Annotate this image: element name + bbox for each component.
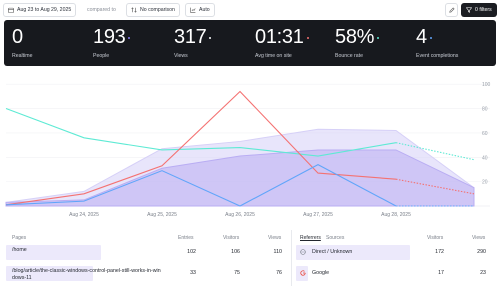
series-dot — [128, 36, 131, 39]
panel-divider — [291, 230, 292, 286]
calendar-icon — [8, 7, 14, 13]
referrers-header: Referrers Sources Visitors Views — [294, 230, 496, 244]
filter-icon — [466, 7, 472, 13]
page-path: /blog/article/the-classic-windows-contro… — [12, 268, 161, 281]
visitors-value: 17 — [438, 270, 444, 276]
x-tick-label: Aug 26, 2025 — [225, 212, 255, 218]
date-range-picker[interactable]: Aug 23 to Aug 29, 2025 — [3, 3, 77, 17]
metric-bounce-rate[interactable]: 58% Bounce rate — [335, 26, 380, 59]
comparison-label: No comparison — [140, 7, 175, 13]
col-visitors[interactable]: Visitors — [223, 235, 239, 241]
table-row[interactable]: /home 102 106 110 — [4, 244, 290, 262]
x-tick-label: Aug 24, 2025 — [69, 212, 99, 218]
x-tick-label: Aug 28, 2025 — [381, 212, 411, 218]
pages-header: Pages Entries Visitors Views — [4, 230, 290, 244]
referrer-name: Direct / Unknown — [312, 249, 353, 255]
metrics-bar: 0 Realtime 193 People 317 Views 01:31 Av… — [4, 20, 496, 66]
series-dot — [429, 36, 432, 39]
x-tick-label: Aug 25, 2025 — [147, 212, 177, 218]
pencil-icon — [449, 7, 455, 13]
pages-panel: Pages Entries Visitors Views /home 102 1… — [4, 230, 290, 286]
y-tick-label: 100 — [482, 82, 491, 88]
table-row[interactable]: Google 17 23 — [294, 265, 496, 283]
referrer-name: Google — [312, 270, 330, 276]
metric-label: Avg time on site — [255, 53, 292, 59]
toolbar: Aug 23 to Aug 29, 2025 compared to No co… — [0, 0, 500, 20]
metric-views[interactable]: 317 Views — [174, 26, 212, 59]
metric-label: Bounce rate — [335, 53, 363, 59]
series-dot — [377, 36, 380, 39]
y-tick-label: 20 — [482, 180, 488, 186]
y-tick-label: 80 — [482, 107, 488, 113]
entries-value: 102 — [187, 249, 196, 255]
metric-value: 58% — [335, 26, 375, 48]
col-views[interactable]: Views — [268, 235, 281, 241]
metric-label: People — [93, 53, 110, 59]
referrers-panel: Referrers Sources Visitors Views Direct … — [294, 230, 496, 286]
table-row[interactable]: /blog/article/the-classic-windows-contro… — [4, 265, 290, 283]
tab-pages[interactable]: Pages — [12, 235, 26, 241]
tab-referrers[interactable]: Referrers — [300, 235, 321, 241]
series-dot — [209, 36, 212, 39]
page-path: /home — [12, 247, 27, 253]
col-views[interactable]: Views — [472, 235, 485, 241]
metric-value: 317 — [174, 26, 207, 48]
metric-value: 4 — [416, 26, 427, 48]
y-tick-label: 40 — [482, 155, 488, 161]
chart-svg: 100 80 60 40 20 Aug 24, 2025 Aug 25, 2025 Aug 2… — [5, 82, 491, 218]
filters-button[interactable]: 0 filters — [461, 3, 497, 17]
metric-people[interactable]: 193 People — [93, 26, 131, 59]
x-tick-label: Aug 27, 2025 — [303, 212, 333, 218]
tab-sources[interactable]: Sources — [326, 235, 344, 241]
views-value: 110 — [273, 249, 282, 255]
metric-value: 193 — [93, 26, 126, 48]
views-value: 23 — [480, 270, 486, 276]
link-icon — [300, 249, 306, 255]
compared-to-label: compared to — [87, 7, 116, 13]
interval-select[interactable]: Auto — [185, 3, 215, 17]
visitors-value: 106 — [231, 249, 240, 255]
swap-icon — [131, 7, 137, 13]
google-icon — [300, 270, 306, 276]
chart-icon — [190, 7, 196, 13]
col-visitors[interactable]: Visitors — [427, 235, 443, 241]
views-value: 290 — [477, 249, 486, 255]
date-range-label: Aug 23 to Aug 29, 2025 — [17, 7, 72, 13]
metric-value: 01:31 — [255, 26, 304, 48]
metric-realtime[interactable]: 0 Realtime — [12, 26, 32, 59]
edit-button[interactable] — [445, 3, 458, 17]
metric-value: 0 — [12, 26, 23, 48]
metric-label: Views — [174, 53, 188, 59]
y-tick-label: 60 — [482, 131, 488, 137]
metric-label: Realtime — [12, 53, 33, 59]
metric-label: Event completions — [416, 53, 459, 59]
interval-label: Auto — [199, 7, 210, 13]
visitors-value: 75 — [234, 270, 240, 276]
table-row[interactable]: Direct / Unknown 172 290 — [294, 244, 496, 262]
series-dot — [306, 36, 309, 39]
traffic-chart[interactable]: 100 80 60 40 20 Aug 24, 2025 Aug 25, 2025 Aug 2… — [0, 66, 500, 226]
filters-label: 0 filters — [475, 7, 492, 13]
col-entries[interactable]: Entries — [178, 235, 194, 241]
comparison-select[interactable]: No comparison — [126, 3, 180, 17]
visitors-value: 172 — [435, 249, 444, 255]
views-value: 76 — [276, 270, 282, 276]
metric-event-completions[interactable]: 4 Event completions — [416, 26, 458, 59]
entries-value: 33 — [190, 270, 196, 276]
metric-avg-time[interactable]: 01:31 Avg time on site — [255, 26, 309, 59]
